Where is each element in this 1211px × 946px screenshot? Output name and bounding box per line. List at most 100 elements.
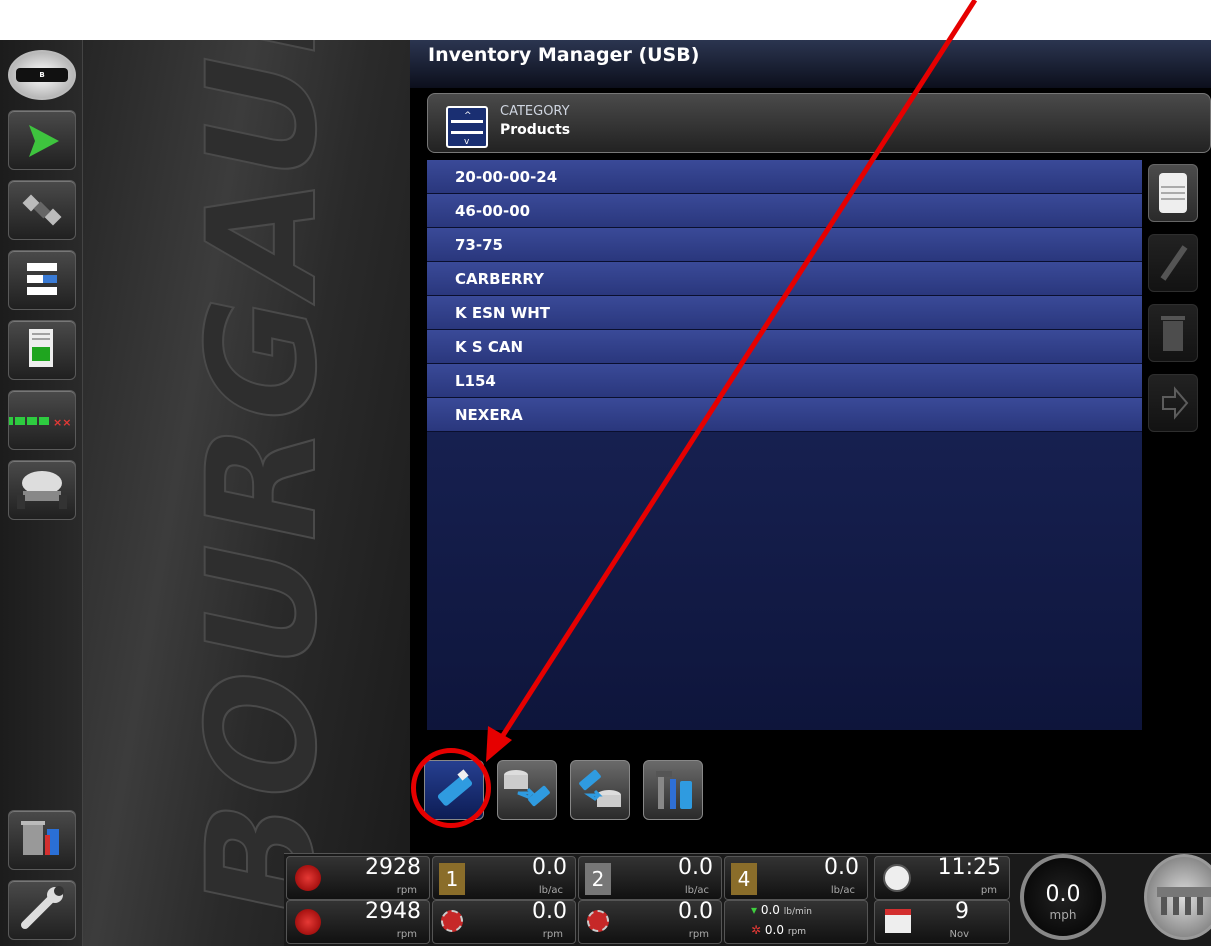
clock-ampm: pm: [980, 885, 997, 896]
fan-rpm-1[interactable]: 2928 rpm: [286, 855, 430, 900]
implement-icon: [17, 471, 67, 509]
section-status-icon: ××: [9, 416, 71, 429]
gps-satellite-icon: [22, 194, 62, 226]
implement-button[interactable]: [8, 460, 76, 520]
gps-button[interactable]: [8, 180, 76, 240]
settings-button[interactable]: [8, 880, 76, 940]
usb-tools-button[interactable]: [643, 760, 703, 820]
list-item[interactable]: 46-00-00: [427, 194, 1142, 228]
edit-pencil-icon: [1160, 245, 1188, 281]
category-value: Products: [500, 122, 571, 138]
date-month: Nov: [949, 929, 969, 940]
tank-4-flow-line: ▾ 0.0 lb/min: [751, 903, 812, 917]
list-item[interactable]: K ESN WHT: [427, 296, 1142, 330]
trash-usb-icon: [21, 821, 59, 855]
category-scroll-icon: ^ v: [446, 106, 488, 148]
usb-to-database-button[interactable]: [570, 760, 630, 820]
tank-2-meter-value: 0.0: [678, 899, 713, 924]
delete-trash-icon: [1161, 316, 1185, 351]
tank-4-meter-unit: rpm: [787, 927, 806, 937]
report-button[interactable]: [8, 320, 76, 380]
trash-usb-button[interactable]: [8, 810, 76, 870]
fan-rpm-1-value: 2928: [365, 855, 421, 880]
clock-icon: [883, 864, 911, 892]
tank-2-rate-value: 0.0: [678, 855, 713, 880]
guidance-icon: [29, 125, 59, 157]
speed-value: 0.0: [1045, 882, 1081, 907]
tank-4-rate[interactable]: 4 0.0 lb/ac: [724, 855, 868, 900]
svg-text:××: ××: [53, 416, 71, 429]
flow-icon: ▾: [751, 903, 758, 917]
fan-rpm-1-unit: rpm: [396, 885, 417, 896]
date-day: 9: [955, 899, 969, 924]
wrench-icon: [21, 886, 64, 929]
speedometer[interactable]: 0.0 mph: [1020, 854, 1106, 940]
edit-button[interactable]: [1148, 234, 1198, 292]
tank-2-rate[interactable]: 2 0.0 lb/ac: [578, 855, 722, 900]
usb-to-database-icon: [579, 769, 621, 807]
status-bar: 2928 rpm 2948 rpm 1 0.0 lb/ac 0.0 rpm 2 …: [284, 853, 1211, 946]
usb-tools-icon: [656, 771, 692, 809]
tank-4-flow-value: 0.0: [760, 903, 780, 917]
tank-4-meter-line: ✲ 0.0 rpm: [751, 923, 806, 937]
svg-text:v: v: [464, 137, 470, 146]
left-sidebar: B ××: [0, 40, 83, 946]
tank-1-meter-value: 0.0: [532, 899, 567, 924]
product-layout-icon: [27, 263, 57, 295]
meter-gear-icon: ✲: [751, 923, 762, 937]
speed-unit: mph: [1049, 908, 1077, 922]
export-arrow-icon: [1162, 386, 1189, 420]
report-icon: [29, 329, 53, 367]
list-scroll-button[interactable]: [1148, 164, 1198, 222]
list-item[interactable]: K S CAN: [427, 330, 1142, 364]
list-item[interactable]: 20-00-00-24: [427, 160, 1142, 194]
category-label: CATEGORY: [500, 104, 570, 119]
tank-1-icon: 1: [439, 863, 465, 895]
date-display[interactable]: 9 Nov: [874, 899, 1010, 944]
list-item[interactable]: 73-75: [427, 228, 1142, 262]
export-button[interactable]: [1148, 374, 1198, 432]
database-to-usb-icon: [504, 770, 550, 807]
title-bar: Inventory Manager (USB): [410, 40, 1211, 88]
tank-1-rate-unit: lb/ac: [538, 885, 563, 896]
fan-2-icon: [295, 909, 321, 935]
clock-display[interactable]: 11:25 pm: [874, 855, 1010, 900]
brand-watermark: BOURGAULT: [175, 40, 351, 936]
implement-openers-icon: [1157, 887, 1211, 915]
list-scroll-icon: [1159, 173, 1187, 213]
svg-text:^: ^: [464, 111, 472, 121]
list-item[interactable]: L154: [427, 364, 1142, 398]
fan-rpm-2[interactable]: 2948 rpm: [286, 899, 430, 944]
tank-2-rate-unit: lb/ac: [684, 885, 709, 896]
page-title: Inventory Manager (USB): [428, 44, 700, 66]
bourgault-logo: B: [8, 50, 76, 100]
product-list: 20-00-00-24 46-00-00 73-75 CARBERRY K ES…: [427, 160, 1142, 730]
tank-1-meter-unit: rpm: [542, 929, 563, 940]
tank-1-rate[interactable]: 1 0.0 lb/ac: [432, 855, 576, 900]
tank-4-icon: 4: [731, 863, 757, 895]
category-selector[interactable]: ^ v CATEGORY Products: [427, 93, 1211, 153]
tank-2-icon: 2: [585, 863, 611, 895]
product-layout-button[interactable]: [8, 250, 76, 310]
tank-1-meter[interactable]: 0.0 rpm: [432, 899, 576, 944]
delete-button[interactable]: [1148, 304, 1198, 362]
tank-2-meter-unit: rpm: [688, 929, 709, 940]
tank-2-meter[interactable]: 0.0 rpm: [578, 899, 722, 944]
annotation-circle: [411, 748, 491, 828]
terminal-screen: B ×× BOURGAULT Inventory Manager (USB) ^…: [0, 40, 1211, 946]
guidance-button[interactable]: [8, 110, 76, 170]
list-item[interactable]: CARBERRY: [427, 262, 1142, 296]
tank-4-meter-value: 0.0: [764, 923, 784, 937]
meter-gear-icon: [587, 910, 609, 932]
tank-1-rate-value: 0.0: [532, 855, 567, 880]
tank-4-flow[interactable]: ▾ 0.0 lb/min ✲ 0.0 rpm: [724, 900, 868, 944]
tank-4-flow-unit: lb/min: [783, 907, 812, 917]
clock-time: 11:25: [937, 855, 1001, 880]
fan-rpm-2-unit: rpm: [396, 929, 417, 940]
list-item[interactable]: NEXERA: [427, 398, 1142, 432]
implement-view-button[interactable]: [1144, 854, 1211, 940]
meter-gear-icon: [441, 910, 463, 932]
calendar-icon: [885, 909, 911, 933]
section-status-button[interactable]: ××: [8, 390, 76, 450]
database-to-usb-button[interactable]: [497, 760, 557, 820]
